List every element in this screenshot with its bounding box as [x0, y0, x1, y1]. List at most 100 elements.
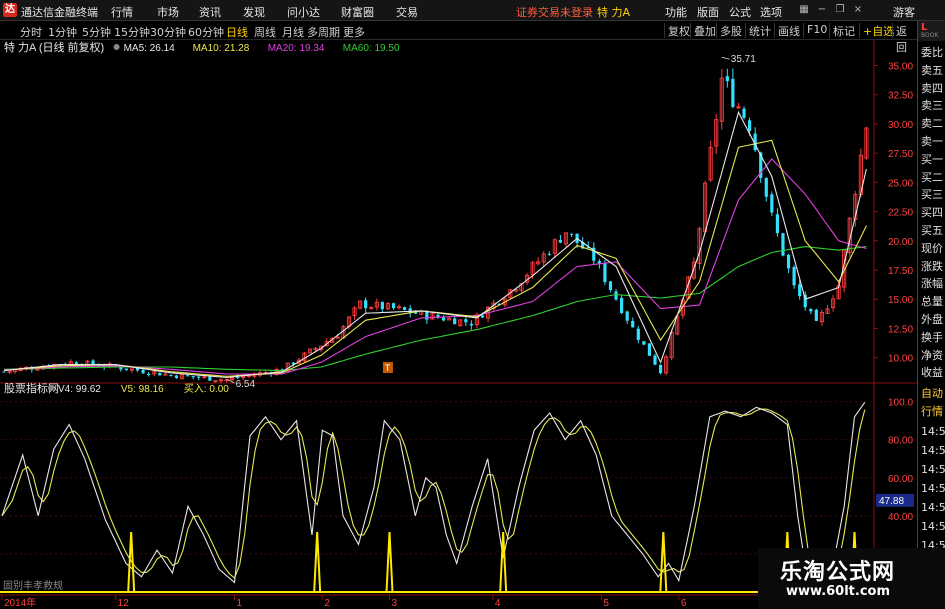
candle-body-down: [158, 372, 162, 376]
tool-back[interactable]: 返回: [892, 23, 917, 54]
tool-multi-stock[interactable]: 多股: [716, 23, 742, 38]
price-extreme-label: 6.54: [236, 379, 256, 390]
restore-icon[interactable]: ❐: [833, 3, 847, 17]
tick-time: 14:55: [921, 482, 945, 495]
candle-body-down: [747, 120, 752, 131]
ma-indicator-value: MA5: 26.14: [124, 43, 176, 54]
period-daily[interactable]: 日线: [226, 24, 248, 40]
period-15min[interactable]: 15分钟: [114, 24, 150, 40]
indicator-settings-icon: [113, 44, 120, 50]
tool-adjust[interactable]: 复权: [664, 23, 690, 38]
candle-body-down: [653, 355, 657, 365]
auto-label[interactable]: 自动: [921, 385, 945, 401]
menu-formula[interactable]: 公式: [729, 4, 751, 20]
oscillator-indicator-value: V4: 99.62: [58, 384, 101, 395]
panel-header[interactable]: L BOOK: [918, 21, 945, 41]
ma-indicator-value: MA10: 21.28: [193, 43, 250, 54]
minimize-icon[interactable]: −: [815, 3, 829, 17]
period-5min[interactable]: 5分钟: [82, 24, 111, 40]
menu-functions[interactable]: 功能: [665, 4, 687, 20]
period-weekly[interactable]: 周线: [254, 24, 276, 40]
candle-body-down: [191, 376, 195, 378]
candle-body-down: [809, 308, 813, 312]
tool-mark[interactable]: 标记: [829, 23, 855, 38]
guest-user-label[interactable]: 游客: [893, 4, 915, 20]
current-value-label: 47.88: [879, 496, 904, 507]
candle-body-down: [469, 323, 473, 326]
period-intraday[interactable]: 分时: [20, 24, 42, 40]
trade-login-status[interactable]: 证券交易未登录: [516, 4, 593, 20]
oscillator-axis-label: 60.00: [888, 474, 913, 485]
period-60min[interactable]: 60分钟: [188, 24, 224, 40]
candle-body-down: [558, 239, 563, 243]
menu-trade[interactable]: 交易: [396, 4, 418, 20]
quote-field-label: 委比: [921, 46, 943, 59]
tick-time: 14:55: [921, 520, 945, 533]
buy-signal-spike: [659, 531, 668, 593]
auto-quote-label[interactable]: 行情: [921, 403, 945, 419]
axis-labels: 35.00 32.50 30.00 27.50 25.00 22.50 20.00 17.50…: [1, 62, 914, 609]
tool-f10[interactable]: F10: [803, 23, 827, 38]
candle-body-down: [625, 311, 629, 321]
price-annotations: 35.71 6.54 T: [226, 54, 756, 390]
time-axis-label: 5: [603, 598, 609, 609]
quote-field-label: 卖五: [921, 63, 943, 77]
buy-signal-spike: [313, 531, 322, 593]
menu-news[interactable]: 资讯: [199, 4, 221, 20]
time-axis-label: 4: [495, 598, 501, 609]
menu-ask-assistant[interactable]: 问小达: [287, 4, 320, 20]
quote-field-label: 净资: [921, 348, 943, 362]
candle-body-down: [636, 328, 640, 340]
menu-discover[interactable]: 发现: [243, 4, 265, 20]
watermark-title: 乐淘公式网: [780, 559, 896, 585]
menu-market[interactable]: 市场: [157, 4, 179, 20]
buy-signal-spike: [385, 531, 394, 593]
close-icon[interactable]: ×: [851, 3, 865, 17]
candle-body-down: [814, 309, 818, 321]
candle-body-down: [425, 311, 429, 320]
kline-chart-area[interactable]: 35.71 6.54 T 35.00 32.50 30.00 27.50 25.00 22.5…: [0, 40, 917, 609]
candle-body-down: [569, 233, 574, 235]
quote-field-label: 涨幅: [921, 277, 943, 291]
candle-body-down: [147, 373, 151, 375]
candle-body-down: [186, 375, 190, 377]
candle-body-down: [2, 371, 6, 373]
quote-field-label: 卖一: [921, 135, 943, 148]
candle-body-down: [642, 341, 646, 345]
indicator-settings-icon: [48, 385, 54, 391]
price-axis-label: 25.00: [888, 178, 913, 189]
tool-overlay[interactable]: 叠加: [690, 23, 716, 38]
app-title: 通达信金融终端: [21, 6, 98, 19]
period-toolbar: 分时 1分钟 5分钟 15分钟 30分钟 60分钟 日线 周线 月线 多周期 更…: [0, 21, 917, 54]
menu-options[interactable]: 选项: [760, 4, 782, 20]
price-axis-label: 17.50: [888, 266, 913, 277]
menu-market-quotes[interactable]: 行情: [111, 4, 133, 20]
skin-icon[interactable]: ▦: [797, 3, 811, 17]
tool-add-watchlist[interactable]: +自选: [859, 23, 894, 38]
period-monthly[interactable]: 月线: [282, 24, 304, 40]
candle-body-down: [620, 297, 624, 314]
price-axis-label: 30.00: [888, 120, 913, 131]
candle-body-down: [603, 262, 607, 282]
menu-layout[interactable]: 版面: [697, 4, 719, 20]
quote-field-label: 外盘: [921, 313, 943, 326]
menu-wealth-circle[interactable]: 财富圈: [341, 4, 374, 20]
tick-time: 14:55: [921, 463, 945, 476]
title-menu-bar: 达 通达信金融终端 行情 市场 资讯 发现 问小达 财富圈 交易 证券交易未登录…: [0, 0, 945, 21]
candle-body-down: [781, 233, 785, 256]
quote-field-label: 买五: [921, 224, 943, 237]
tool-draw[interactable]: 画线: [774, 23, 800, 38]
period-multi[interactable]: 多周期: [307, 24, 340, 40]
tool-statistics[interactable]: 统计: [745, 23, 771, 38]
candle-body-down: [403, 307, 407, 310]
period-30min[interactable]: 30分钟: [150, 24, 186, 40]
panel-level-sub: BOOK: [921, 32, 939, 39]
period-1min[interactable]: 1分钟: [48, 24, 77, 40]
candle-body-down: [380, 301, 384, 310]
price-axis-label: 22.50: [888, 208, 913, 219]
oscillator-axis-label: 100.0: [888, 398, 913, 409]
period-more[interactable]: 更多: [343, 24, 365, 40]
v5-line: [1, 408, 866, 588]
price-axis-label: 35.00: [888, 62, 913, 73]
oscillator-axis-label: 80.00: [888, 436, 913, 447]
